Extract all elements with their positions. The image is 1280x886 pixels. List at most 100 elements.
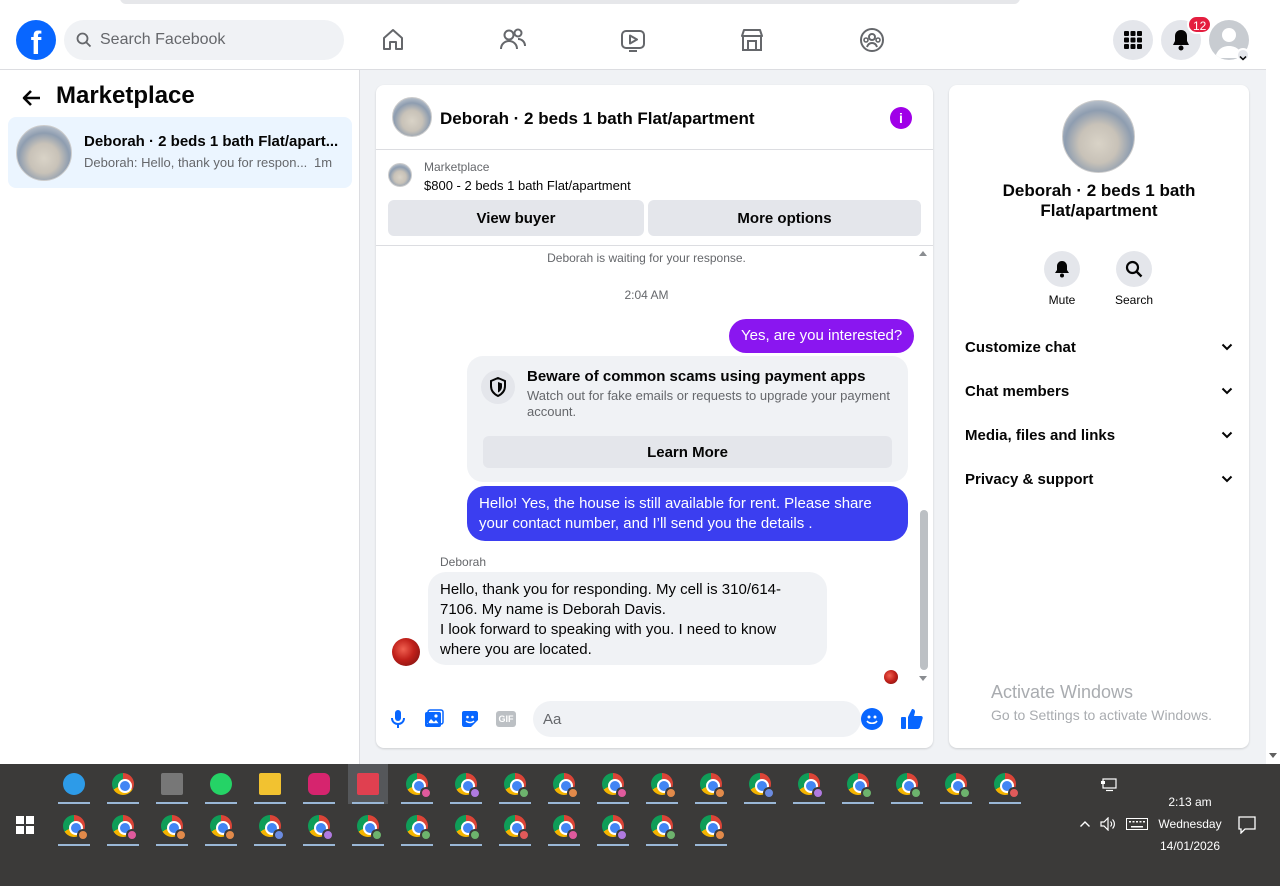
file-explorer-taskbar-button[interactable]	[250, 764, 290, 804]
desktop-icon[interactable]	[1100, 778, 1118, 792]
back-arrow-icon[interactable]	[20, 86, 44, 110]
message-input[interactable]: Aa	[533, 701, 861, 737]
view-buyer-button[interactable]: View buyer	[388, 200, 644, 236]
sticker-button[interactable]	[458, 707, 482, 731]
mute-button[interactable]: Mute	[1032, 251, 1092, 307]
attach-photo-button[interactable]	[422, 707, 446, 731]
chrome-profile-taskbar-button[interactable]	[593, 764, 633, 804]
scroll-up-icon[interactable]	[918, 249, 928, 257]
chrome-profile-taskbar-button[interactable]	[54, 806, 94, 846]
chrome-profile-taskbar-button[interactable]	[691, 806, 731, 846]
menu-button[interactable]	[1113, 20, 1153, 60]
chrome-profile-taskbar-button[interactable]	[201, 806, 241, 846]
like-button[interactable]	[898, 705, 926, 733]
chrome-profile-taskbar-button[interactable]	[887, 764, 927, 804]
notification-center-icon[interactable]	[1238, 816, 1256, 834]
clock-time[interactable]: 2:13 am	[1150, 795, 1230, 809]
chrome-profile-taskbar-button[interactable]	[152, 806, 192, 846]
scroll-down-icon[interactable]	[918, 675, 928, 683]
chrome-taskbar-button[interactable]	[103, 764, 143, 804]
instagram-taskbar-button[interactable]	[299, 764, 339, 804]
volume-icon[interactable]	[1100, 817, 1116, 831]
marketplace-tab[interactable]	[697, 16, 807, 64]
chrome-profile-taskbar-button[interactable]	[593, 806, 633, 846]
chrome-profile-taskbar-button[interactable]	[495, 806, 535, 846]
app-taskbar-button[interactable]	[54, 764, 94, 804]
chat-members-row[interactable]: Chat members	[965, 371, 1233, 411]
paint-taskbar-button[interactable]	[348, 764, 388, 804]
chrome-icon	[945, 773, 971, 799]
whatsapp-taskbar-button[interactable]	[201, 764, 241, 804]
photo-icon	[425, 709, 444, 727]
conversation-item[interactable]: Deborah · 2 beds 1 bath Flat/apart... De…	[8, 117, 352, 188]
groups-tab[interactable]	[817, 16, 927, 64]
chrome-profile-taskbar-button[interactable]	[642, 806, 682, 846]
scroll-down-icon[interactable]	[1268, 752, 1278, 760]
facebook-logo[interactable]: f	[16, 20, 56, 61]
page-scrollbar[interactable]	[1266, 8, 1280, 764]
chrome-profile-taskbar-button[interactable]	[985, 764, 1025, 804]
listing-title[interactable]: $800 - 2 beds 1 bath Flat/apartment	[424, 178, 631, 193]
calculator-taskbar-button[interactable]	[152, 764, 192, 804]
gif-button[interactable]: GIF	[494, 707, 518, 731]
chrome-profile-taskbar-button[interactable]	[691, 764, 731, 804]
windows-start-icon[interactable]	[16, 816, 34, 834]
chat-details-panel: Deborah · 2 beds 1 bath Flat/apartment M…	[949, 85, 1249, 748]
chrome-profile-taskbar-button[interactable]	[544, 806, 584, 846]
home-tab[interactable]	[338, 16, 448, 64]
chrome-profile-taskbar-button[interactable]	[642, 764, 682, 804]
chrome-profile-taskbar-button[interactable]	[789, 764, 829, 804]
more-options-button[interactable]: More options	[648, 200, 921, 236]
chrome-profile-taskbar-button[interactable]	[446, 764, 486, 804]
voice-clip-button[interactable]	[386, 707, 410, 731]
chrome-profile-taskbar-button[interactable]	[936, 764, 976, 804]
marketplace-label: Marketplace	[424, 160, 490, 174]
search-icon	[1116, 251, 1152, 287]
chrome-profile-taskbar-button[interactable]	[838, 764, 878, 804]
chrome-profile-taskbar-button[interactable]	[740, 764, 780, 804]
chrome-profile-taskbar-button[interactable]	[348, 806, 388, 846]
emoji-button[interactable]	[861, 708, 883, 730]
listing-image[interactable]	[1062, 100, 1135, 173]
sticker-icon	[462, 711, 478, 727]
row-label: Privacy & support	[965, 470, 1094, 488]
chrome-profile-taskbar-button[interactable]	[250, 806, 290, 846]
chrome-profile-taskbar-button[interactable]	[446, 806, 486, 846]
search-input[interactable]: Search Facebook	[64, 20, 344, 60]
received-message[interactable]: Hello, thank you for responding. My cell…	[428, 572, 827, 665]
sender-avatar[interactable]	[392, 638, 420, 666]
clock-date[interactable]: 14/01/2026	[1150, 839, 1230, 853]
chrome-icon	[455, 773, 481, 799]
chrome-icon	[455, 815, 481, 841]
video-tab[interactable]	[578, 16, 688, 64]
details-title: Deborah · 2 beds 1 bath Flat/apartment	[1002, 181, 1196, 220]
keyboard-icon[interactable]	[1126, 818, 1148, 830]
chrome-profile-taskbar-button[interactable]	[544, 764, 584, 804]
chat-title[interactable]: Deborah · 2 beds 1 bath Flat/apartment	[440, 109, 755, 129]
chrome-profile-taskbar-button[interactable]	[103, 806, 143, 846]
whatsapp-icon	[210, 773, 232, 795]
search-in-chat-button[interactable]: Search	[1104, 251, 1164, 307]
privacy-support-row[interactable]: Privacy & support	[965, 459, 1233, 499]
received-message-line: I look forward to speaking with you. I n…	[440, 621, 777, 658]
clock-day[interactable]: Wednesday	[1150, 817, 1230, 831]
customize-chat-row[interactable]: Customize chat	[965, 327, 1233, 367]
account-chevron[interactable]	[1236, 48, 1250, 62]
shield-icon	[481, 370, 515, 404]
chat-thumbnail[interactable]	[392, 97, 432, 137]
info-icon[interactable]: i	[890, 107, 912, 129]
chrome-profile-taskbar-button[interactable]	[397, 806, 437, 846]
chrome-profile-taskbar-button[interactable]	[299, 806, 339, 846]
sent-message[interactable]: Hello! Yes, the house is still available…	[467, 486, 908, 541]
media-files-links-row[interactable]: Media, files and links	[965, 415, 1233, 455]
friends-tab[interactable]	[458, 16, 568, 64]
learn-more-button[interactable]: Learn More	[483, 436, 892, 468]
row-label: Media, files and links	[965, 426, 1116, 444]
chrome-profile-taskbar-button[interactable]	[397, 764, 437, 804]
scroll-thumb[interactable]	[920, 510, 928, 670]
chrome-profile-taskbar-button[interactable]	[495, 764, 535, 804]
chevron-up-icon[interactable]	[1079, 820, 1091, 828]
sent-message[interactable]: Yes, are you interested?	[729, 319, 915, 353]
chrome-icon	[749, 773, 775, 799]
thumbs-up-icon	[901, 709, 923, 729]
